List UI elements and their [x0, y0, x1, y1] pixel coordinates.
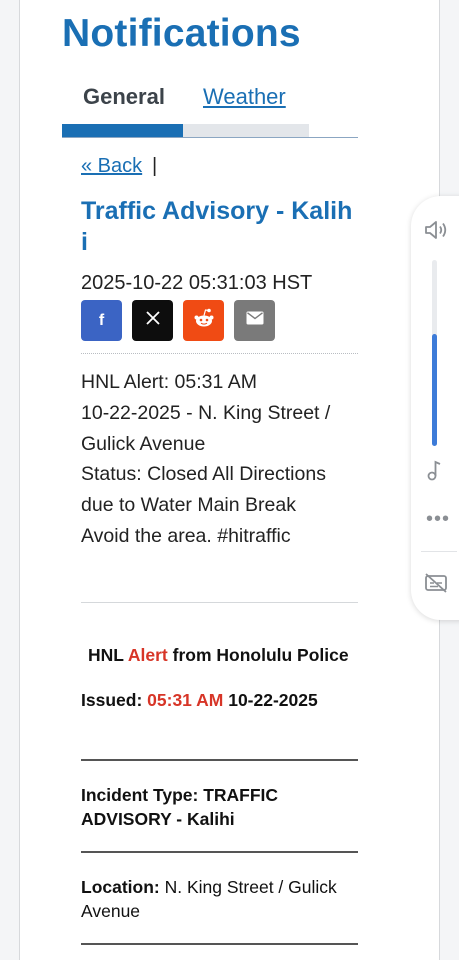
- location-label: Location:: [81, 877, 160, 897]
- article-datetime: 2025-10-22 05:31:03 HST: [81, 272, 313, 294]
- share-facebook-button[interactable]: f: [81, 300, 122, 341]
- tab-general[interactable]: General: [83, 84, 165, 110]
- issued-line: Issued: 05:31 AM 10-22-2025: [81, 690, 318, 711]
- location: Location: N. King Street / Gulick Avenue: [81, 875, 358, 923]
- volume-fill[interactable]: [432, 334, 437, 446]
- body-line: Status: Closed All Directions: [81, 463, 326, 486]
- alert-heading: HNL Alert from Honolulu Police: [88, 645, 349, 666]
- body-line: due to Water Main Break: [81, 494, 296, 517]
- toolbar-divider: [421, 551, 457, 552]
- facebook-icon: f: [98, 311, 105, 329]
- issued-date: 10-22-2025: [228, 690, 318, 710]
- alert-highlight: Alert: [127, 645, 168, 665]
- share-reddit-button[interactable]: [183, 300, 224, 341]
- divider: [81, 943, 358, 945]
- incident-type: Incident Type: TRAFFIC ADVISORY - Kalihi: [81, 783, 358, 831]
- share-x-button[interactable]: [132, 300, 173, 341]
- section-divider: [81, 602, 358, 603]
- more-icon[interactable]: •••: [426, 508, 450, 531]
- back-link[interactable]: « Back: [81, 155, 142, 178]
- issued-time: 05:31 AM: [147, 690, 224, 710]
- body-line: 10-22-2025 - N. King Street /: [81, 401, 331, 424]
- speaker-icon[interactable]: [423, 218, 449, 242]
- divider: [81, 851, 358, 853]
- body-line: HNL Alert: 05:31 AM: [81, 371, 257, 393]
- article-body: HNL Alert: 05:31 AM 10-22-2025 - N. King…: [81, 367, 358, 552]
- tab-weather[interactable]: Weather: [203, 84, 286, 110]
- reddit-icon: [192, 307, 216, 334]
- body-line: Avoid the area. #hitraffic: [81, 524, 291, 547]
- incident-label: Incident Type:: [81, 785, 199, 805]
- divider: [81, 759, 358, 761]
- dotted-divider: [81, 353, 358, 354]
- mail-icon: [246, 311, 264, 330]
- alert-source: from Honolulu Police: [172, 645, 349, 665]
- share-email-button[interactable]: [234, 300, 275, 341]
- issued-label: Issued:: [81, 690, 143, 710]
- page-title: Notifications: [62, 12, 301, 55]
- article-title: Traffic Advisory - Kalihi: [81, 197, 353, 256]
- tab-indicator-active: [62, 124, 183, 137]
- body-line: Gulick Avenue: [81, 432, 206, 455]
- tab-underline: [62, 137, 358, 138]
- alert-prefix: HNL: [88, 645, 124, 665]
- nav-separator: |: [152, 155, 158, 177]
- x-icon: [145, 310, 161, 331]
- music-note-icon[interactable]: [423, 458, 445, 482]
- captions-off-icon[interactable]: [423, 572, 449, 594]
